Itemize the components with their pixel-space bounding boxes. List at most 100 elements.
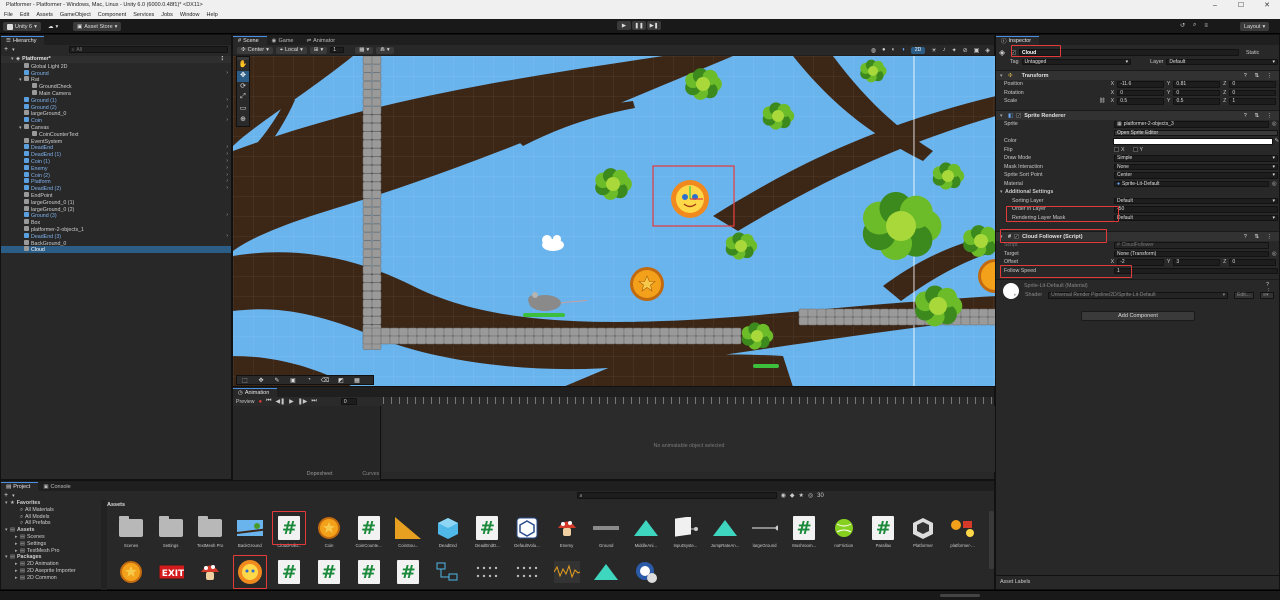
sprite-field[interactable]: ▦ platformer-2-objects_3 (1114, 121, 1269, 128)
asset-item[interactable] (232, 555, 268, 589)
link-icon[interactable]: ⛓ (1099, 98, 1111, 104)
layout-dropdown[interactable]: Layout ▾ (1240, 22, 1270, 31)
camera-icon[interactable]: ▣ (974, 47, 980, 54)
menu-item-file[interactable]: File (4, 12, 13, 18)
rotation-z[interactable]: 0 (1229, 89, 1277, 96)
project-tree-item[interactable]: ⌕ All Materials (1, 507, 101, 514)
asset-item[interactable]: largeGround (747, 515, 783, 548)
fill-icon[interactable]: ◩ (333, 377, 349, 384)
layers-icon[interactable]: ≡ (1204, 23, 1208, 29)
menu-item-jobs[interactable]: Jobs (161, 12, 173, 18)
space-dropdown[interactable]: ⌖ Local ▾ (275, 46, 307, 54)
eraser-icon[interactable]: ⌫ (317, 377, 333, 384)
asset-item[interactable]: DefaultVolu... (509, 515, 545, 548)
move-tool-icon[interactable]: ✥ (237, 71, 249, 82)
scale-y[interactable]: 0.5 (1173, 98, 1221, 105)
zoom-slider[interactable] (940, 594, 980, 597)
filter-type-icon[interactable]: ◉ (781, 492, 786, 499)
asset-item[interactable]: MiddleAni... (628, 515, 664, 548)
hierarchy-item[interactable]: EndPoint (1, 191, 231, 199)
menu-item-edit[interactable]: Edit (20, 12, 29, 18)
follow-speed-field[interactable]: 1 (1114, 267, 1278, 274)
project-tree-item[interactable]: ⌕ All Models (1, 514, 101, 521)
menu-item-component[interactable]: Component (98, 12, 126, 18)
shader-dropdown[interactable]: Universal Render Pipeline/2D/Sprite-Lit-… (1048, 292, 1229, 299)
pivot-dropdown[interactable]: ✣ Center ▾ (237, 46, 273, 54)
asset-item[interactable] (430, 559, 466, 587)
chevron-right-icon[interactable]: › (226, 178, 228, 185)
search-icon[interactable]: ⌕ (1193, 22, 1196, 29)
grid-snap-field[interactable]: 1 (330, 46, 345, 54)
chevron-right-icon[interactable]: › (226, 151, 228, 158)
scale-x[interactable]: 0.5 (1117, 98, 1164, 105)
chevron-right-icon[interactable]: › (226, 185, 228, 192)
asset-item[interactable]: # Parallax (865, 515, 901, 548)
tab-project[interactable]: ▤ Project (1, 482, 39, 491)
picker-icon[interactable]: ◔ (301, 377, 317, 383)
asset-item[interactable]: # CoinCounte... (351, 515, 387, 548)
menu-item-window[interactable]: Window (180, 12, 200, 18)
project-tree-item[interactable]: ▾ ▤ Assets (1, 527, 101, 534)
filter-label-icon[interactable]: ◆ (790, 492, 795, 499)
sprite-renderer-enabled[interactable]: ✓ (1016, 113, 1022, 118)
pause-button[interactable]: ❚❚ (632, 21, 646, 30)
tab-console[interactable]: ▣ Console (38, 482, 78, 491)
project-tree-item[interactable]: ▸ ▤ 2D Common (1, 575, 101, 582)
tab-game[interactable]: ◉ Game (267, 36, 302, 45)
hierarchy-item[interactable]: Main Camera (1, 89, 231, 97)
asset-item[interactable]: InputSyste... (667, 515, 703, 548)
asset-item[interactable] (113, 559, 149, 587)
rotate-tool-icon[interactable]: ⟳ (237, 82, 249, 93)
menu-item-help[interactable]: Help (206, 12, 217, 18)
draw-mode-dropdown[interactable]: Simple ▾ (1114, 155, 1278, 162)
gizmos-icon[interactable]: ◈ (985, 47, 990, 54)
hierarchy-item[interactable]: DeadEnd (3) › (1, 232, 231, 240)
asset-item[interactable]: Enemy (549, 515, 585, 548)
project-tree-item[interactable]: ▸ ▤ TextMesh Pro (1, 548, 101, 555)
shader-options-button[interactable]: ≡▾ (1260, 292, 1275, 299)
position-x[interactable]: -11.6 (1117, 81, 1164, 88)
hierarchy-item[interactable]: CoinCounterText (1, 130, 231, 138)
tab-scene[interactable]: # Scene (233, 36, 267, 45)
asset-item[interactable]: Ground (588, 515, 624, 548)
curves-tab[interactable]: Curves (362, 471, 379, 477)
scene-viewport[interactable]: ✋ ✥ ⟳ ⤢ ▭ ⊕ ⬚ ✥ ✎ ▣ ◔ ⌫ ◩ ▦ (233, 56, 996, 387)
history-icon[interactable]: ↺ (1180, 22, 1185, 29)
open-sprite-editor-button[interactable]: Open Sprite Editor (1114, 129, 1278, 136)
chevron-right-icon[interactable]: › (226, 212, 228, 219)
asset-item[interactable]: # CloudFollo... (271, 511, 307, 548)
layer-dropdown[interactable]: Default ▾ (1166, 58, 1278, 66)
asset-item[interactable]: # (271, 559, 307, 587)
hierarchy-item[interactable]: Box (1, 219, 231, 226)
position-z[interactable]: 0 (1229, 81, 1277, 88)
close-button[interactable]: ✕ (1254, 0, 1280, 10)
asset-item[interactable] (469, 559, 505, 587)
timeline-ruler[interactable] (383, 397, 995, 404)
rotation-x[interactable]: 0 (1117, 89, 1164, 96)
grid-visibility-button[interactable]: ▦ ▾ (355, 46, 374, 54)
hierarchy-item[interactable]: Coin › (1, 117, 231, 124)
chevron-right-icon[interactable]: › (226, 70, 228, 77)
add-icon[interactable]: + (4, 492, 8, 499)
move-icon[interactable]: ✥ (253, 377, 269, 384)
target-field[interactable]: None (Transform) (1114, 250, 1269, 257)
account-button[interactable]: Unity 6 ▾ (3, 22, 41, 31)
project-tree-item[interactable]: ▾ ▤ Packages (1, 554, 101, 561)
asset-item[interactable]: # (390, 559, 426, 587)
offset-z[interactable]: 0 (1229, 259, 1277, 266)
sprite-renderer-header[interactable]: ▾ ◧ ✓ Sprite Renderer ? ⇅ ⋮ (996, 110, 1279, 120)
asset-item[interactable] (509, 559, 545, 587)
hierarchy-search-input[interactable]: ⌕ All (68, 46, 228, 53)
tag-dropdown[interactable]: Untagged ▾ (1021, 58, 1132, 66)
asset-item[interactable] (192, 559, 228, 587)
project-tree-item[interactable]: ▸ ▤ 2D Animation (1, 561, 101, 568)
project-tree-item[interactable]: ▾ ★ Favorites (1, 500, 101, 507)
rect-tool-icon[interactable]: ▭ (237, 104, 249, 115)
object-picker-icon[interactable]: ◎ (1272, 181, 1277, 187)
kebab-icon[interactable]: ⋮ (220, 56, 225, 63)
hierarchy-item[interactable]: Platform › (1, 178, 231, 185)
object-picker-icon[interactable]: ◎ (1272, 121, 1277, 127)
favorite-icon[interactable]: ★ (798, 492, 803, 499)
prev-key-icon[interactable]: ◀❚ (275, 398, 285, 405)
component-menu-icons[interactable]: ? ⇅ ⋮ (1244, 113, 1275, 119)
